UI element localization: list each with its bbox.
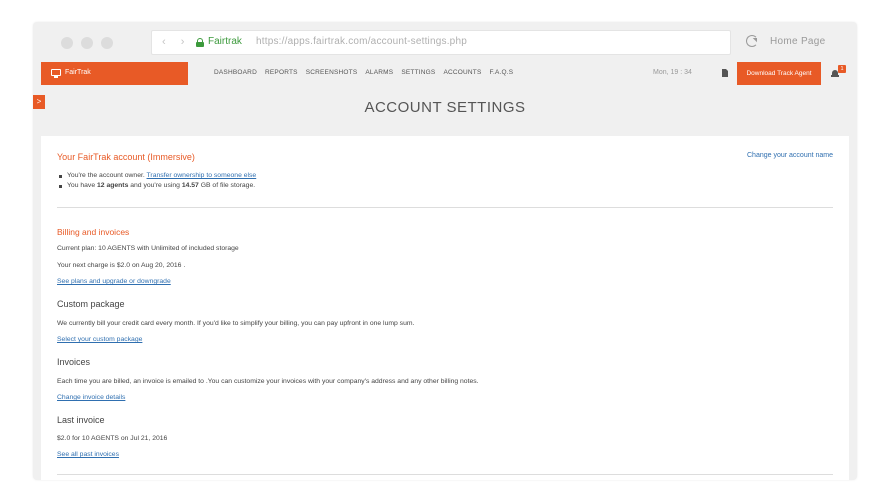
next-charge-text: Your next charge is $2.0 on Aug 20, 2016… xyxy=(57,262,186,269)
window-maximize-button[interactable] xyxy=(101,37,113,49)
settings-card: Your FairTrak account (Immersive) Change… xyxy=(41,136,849,480)
divider xyxy=(57,207,833,208)
last-invoice-title: Last invoice xyxy=(57,415,105,425)
menu-item-screenshots[interactable]: SCREENSHOTS xyxy=(306,69,358,76)
monitor-icon xyxy=(51,69,61,78)
main-menu: DASHBOARD REPORTS SCREENSHOTS ALARMS SET… xyxy=(214,69,513,76)
current-plan-text: Current plan: 10 AGENTS with Unlimited o… xyxy=(57,245,239,252)
home-page-button[interactable]: Home Page xyxy=(770,36,826,47)
clock: Mon, 19 : 34 xyxy=(653,69,692,76)
brand-logo[interactable]: FairTrak xyxy=(41,62,188,85)
account-title: Your FairTrak account (Immersive) xyxy=(57,152,195,162)
invoices-text: Each time you are billed, an invoice is … xyxy=(57,378,479,385)
back-forward-icon[interactable]: ‹ › xyxy=(162,36,190,48)
change-invoice-details-link[interactable]: Change invoice details xyxy=(57,394,125,401)
see-past-invoices-link[interactable]: See all past invoices xyxy=(57,451,119,458)
brand-name: FairTrak xyxy=(65,69,91,76)
transfer-ownership-link[interactable]: Transfer ownership to someone else xyxy=(147,172,257,179)
menu-item-reports[interactable]: REPORTS xyxy=(265,69,298,76)
url-text[interactable]: https://apps.fairtrak.com/account-settin… xyxy=(256,36,467,47)
billing-title: Billing and invoices xyxy=(57,227,130,237)
document-icon[interactable] xyxy=(722,69,728,77)
change-account-name-link[interactable]: Change your account name xyxy=(747,152,833,159)
agent-count: 12 agents xyxy=(97,182,129,189)
storage-used: 14.57 xyxy=(181,182,199,189)
download-agent-button[interactable]: Download Track Agent xyxy=(737,62,821,85)
menu-item-settings[interactable]: SETTINGS xyxy=(401,69,435,76)
menu-item-accounts[interactable]: ACCOUNTS xyxy=(443,69,481,76)
window-close-button[interactable] xyxy=(61,37,73,49)
custom-package-text: We currently bill your credit card every… xyxy=(57,320,415,327)
browser-chrome: ‹ › Fairtrak https://apps.fairtrak.com/a… xyxy=(33,22,857,62)
menu-item-alarms[interactable]: ALARMS xyxy=(365,69,393,76)
reload-icon[interactable] xyxy=(746,35,758,47)
address-bar[interactable]: ‹ › Fairtrak https://apps.fairtrak.com/a… xyxy=(151,30,731,55)
site-name: Fairtrak xyxy=(208,36,242,47)
notification-badge: 1 xyxy=(838,65,846,73)
menu-item-faqs[interactable]: F.A.Q.S xyxy=(490,69,514,76)
last-invoice-text: $2.0 for 10 AGENTS on Jul 21, 2016 xyxy=(57,435,168,442)
usage-prefix: You have xyxy=(67,182,96,189)
owner-text: You're the account owner. xyxy=(67,172,145,179)
usage-suffix: GB of file storage. xyxy=(200,182,256,189)
account-info-list: You're the account owner. Transfer owner… xyxy=(59,171,256,191)
lock-icon xyxy=(196,38,204,47)
page-title: ACCOUNT SETTINGS xyxy=(364,99,526,116)
browser-window: ‹ › Fairtrak https://apps.fairtrak.com/a… xyxy=(33,22,857,480)
app-nav-bar: FairTrak DASHBOARD REPORTS SCREENSHOTS A… xyxy=(41,62,849,85)
select-custom-package-link[interactable]: Select your custom package xyxy=(57,336,142,343)
see-plans-link[interactable]: See plans and upgrade or downgrade xyxy=(57,278,171,285)
invoices-title: Invoices xyxy=(57,357,91,367)
window-minimize-button[interactable] xyxy=(81,37,93,49)
list-item: You're the account owner. Transfer owner… xyxy=(59,171,256,181)
usage-mid: and you're using xyxy=(130,182,180,189)
list-item: You have 12 agents and you're using 14.5… xyxy=(59,181,256,191)
custom-package-title: Custom package xyxy=(57,299,125,309)
menu-item-dashboard[interactable]: DASHBOARD xyxy=(214,69,257,76)
divider xyxy=(57,474,833,475)
